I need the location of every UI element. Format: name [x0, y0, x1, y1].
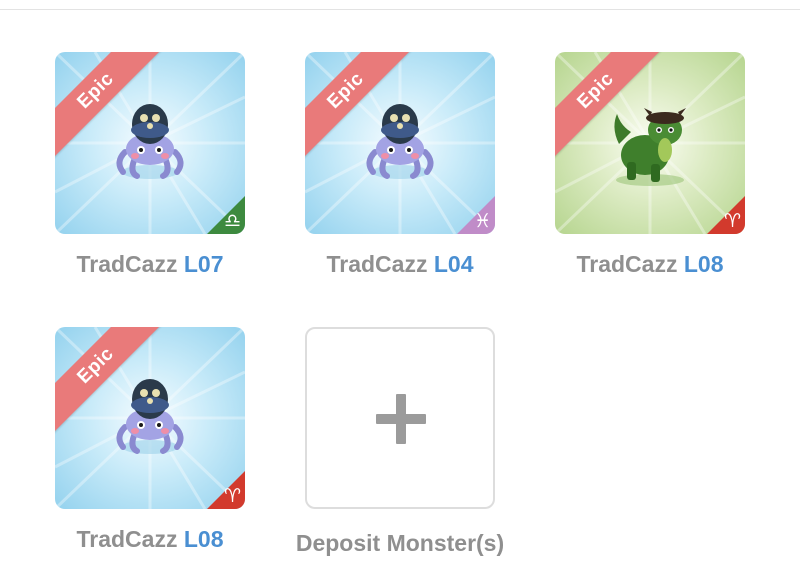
monster-label: TradCazz L07 — [55, 251, 245, 278]
deposit-monster-button[interactable] — [305, 327, 495, 509]
monster-name: TradCazz — [326, 251, 428, 277]
monster-label: TradCazz L04 — [305, 251, 495, 278]
monster-level: L07 — [183, 251, 224, 277]
zodiac-pisces-icon: ♓ — [457, 196, 495, 234]
monster-name: TradCazz — [76, 526, 178, 552]
monster-label: TradCazz L08 — [55, 526, 245, 553]
monster-level: L04 — [433, 251, 474, 277]
top-divider — [0, 9, 800, 10]
monster-card[interactable]: Epic ♓ TradCazz L04 — [305, 52, 495, 277]
monster-art[interactable]: Epic ♈ — [555, 52, 745, 234]
monster-card[interactable]: Epic ♎ TradCazz L07 — [55, 52, 245, 277]
monster-card[interactable]: Epic ♈ TradCazz L08 — [555, 52, 745, 277]
monster-name: TradCazz — [76, 251, 178, 277]
zodiac-libra-icon: ♎ — [207, 196, 245, 234]
monster-art[interactable]: Epic ♈ — [55, 327, 245, 509]
monster-art[interactable]: Epic ♓ — [305, 52, 495, 234]
monster-art[interactable]: Epic ♎ — [55, 52, 245, 234]
monster-label: TradCazz L08 — [555, 251, 745, 278]
monster-name: TradCazz — [576, 251, 678, 277]
monster-level: L08 — [183, 526, 224, 552]
zodiac-aries-icon: ♈ — [207, 471, 245, 509]
zodiac-aries-icon: ♈ — [707, 196, 745, 234]
monster-level: L08 — [683, 251, 724, 277]
monster-card[interactable]: Epic ♈ TradCazz L08 — [55, 327, 245, 552]
deposit-monster-label[interactable]: Deposit Monster(s) — [270, 530, 530, 557]
